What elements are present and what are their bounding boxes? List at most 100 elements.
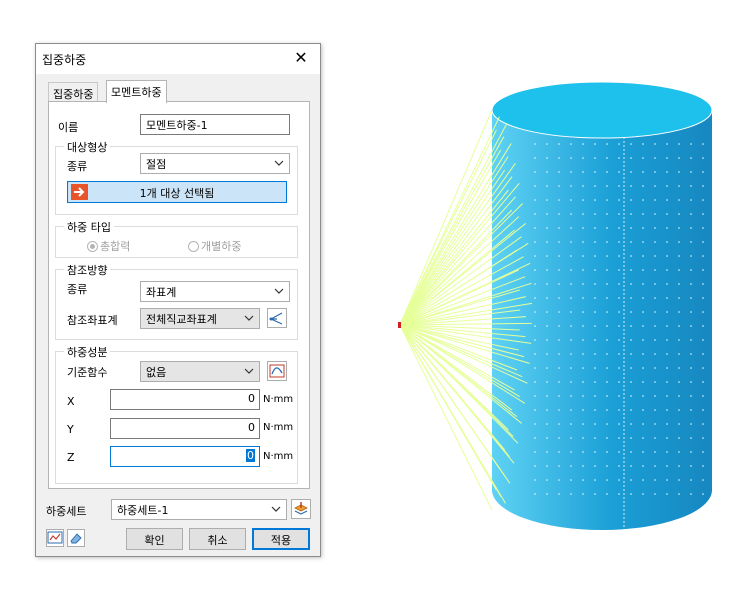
z-input[interactable]: 0: [110, 446, 260, 467]
mesh-node: [618, 339, 620, 341]
reference-type-select[interactable]: 좌표계: [140, 281, 290, 302]
tab-point-load[interactable]: 집중하중: [48, 82, 99, 102]
mesh-node: [678, 493, 680, 495]
basis-function-value: 없음: [146, 366, 167, 379]
mesh-node: [666, 255, 668, 257]
mesh-node: [642, 297, 644, 299]
mesh-node: [606, 311, 608, 313]
name-input[interactable]: 모멘트하중-1: [140, 114, 290, 135]
mesh-node: [642, 409, 644, 411]
mesh-node: [594, 325, 596, 327]
mesh-node: [702, 213, 704, 215]
mesh-node: [618, 353, 620, 355]
mesh-node: [702, 325, 704, 327]
preview-icon: [47, 531, 63, 544]
mesh-node: [570, 297, 572, 299]
mesh-node: [630, 451, 632, 453]
cancel-button[interactable]: 취소: [189, 528, 246, 550]
mesh-node: [582, 465, 584, 467]
mesh-node: [654, 493, 656, 495]
mesh-node: [534, 227, 536, 229]
coord-system-button[interactable]: [267, 308, 287, 328]
mesh-node: [618, 269, 620, 271]
mesh-node: [558, 311, 560, 313]
mesh-node: [618, 227, 620, 229]
apply-button[interactable]: 적용: [252, 528, 310, 550]
mesh-node: [606, 143, 608, 145]
mesh-node: [534, 199, 536, 201]
mesh-node: [666, 381, 668, 383]
mesh-node: [546, 367, 548, 369]
mesh-node: [570, 339, 572, 341]
mesh-node: [690, 185, 692, 187]
mesh-node: [666, 213, 668, 215]
load-dialog: 집중하중 ✕ 집중하중 모멘트하중 이름 모멘트하중-1 대상형상 종류 절점 …: [35, 43, 321, 557]
mesh-node: [546, 227, 548, 229]
basis-function-select[interactable]: 없음: [140, 361, 260, 382]
mesh-node: [618, 381, 620, 383]
x-unit: N·mm: [263, 394, 294, 405]
mesh-node: [618, 437, 620, 439]
coord-system-select[interactable]: 전체직교좌표계: [140, 308, 260, 329]
select-target-button[interactable]: 1개 대상 선택됨: [67, 181, 287, 203]
mesh-node: [702, 185, 704, 187]
mesh-node: [690, 423, 692, 425]
mesh-node: [606, 479, 608, 481]
mesh-node: [546, 297, 548, 299]
mesh-node: [594, 227, 596, 229]
mesh-node: [690, 465, 692, 467]
mesh-node: [642, 451, 644, 453]
mesh-node: [582, 227, 584, 229]
mesh-node: [642, 423, 644, 425]
function-editor-button[interactable]: [267, 361, 287, 381]
tab-moment-load[interactable]: 모멘트하중: [106, 80, 167, 103]
mesh-node: [558, 367, 560, 369]
mesh-node: [642, 143, 644, 145]
mesh-node: [642, 465, 644, 467]
mesh-node: [570, 171, 572, 173]
mesh-node: [702, 227, 704, 229]
preview-button[interactable]: [46, 529, 64, 547]
mesh-node: [642, 269, 644, 271]
mesh-node: [558, 395, 560, 397]
load-set-manage-button[interactable]: [291, 499, 311, 519]
mesh-node: [546, 199, 548, 201]
ok-button[interactable]: 확인: [126, 528, 183, 550]
mesh-node: [606, 199, 608, 201]
radio-dot-on: [87, 241, 98, 252]
mesh-node: [534, 143, 536, 145]
mesh-node: [534, 395, 536, 397]
mesh-node: [666, 143, 668, 145]
mesh-node: [558, 269, 560, 271]
mesh-node: [678, 241, 680, 243]
y-input[interactable]: 0: [110, 418, 260, 439]
mesh-node: [582, 479, 584, 481]
model-viewport[interactable]: [395, 80, 725, 540]
reference-direction-group: 참조방향: [55, 262, 298, 340]
mesh-node: [690, 353, 692, 355]
load-set-select[interactable]: 하중세트-1: [111, 499, 287, 520]
mesh-node: [582, 367, 584, 369]
close-icon[interactable]: ✕: [290, 47, 312, 69]
mesh-node: [678, 367, 680, 369]
mesh-node: [630, 409, 632, 411]
mesh-node: [534, 157, 536, 159]
mesh-node: [642, 241, 644, 243]
mesh-node: [558, 185, 560, 187]
mesh-node: [630, 325, 632, 327]
mesh-node: [630, 311, 632, 313]
x-input[interactable]: 0: [110, 389, 260, 410]
target-type-select[interactable]: 절점: [140, 153, 290, 174]
mesh-node: [702, 409, 704, 411]
mesh-node: [666, 171, 668, 173]
mesh-node: [630, 437, 632, 439]
radio-resultant[interactable]: 총합력: [87, 238, 130, 254]
z-value: 0: [246, 449, 255, 462]
mesh-node: [654, 367, 656, 369]
radio-individual[interactable]: 개별하중: [188, 238, 241, 254]
erase-button[interactable]: [67, 529, 85, 547]
mesh-node: [690, 339, 692, 341]
reference-type-value: 좌표계: [146, 286, 177, 299]
mesh-node: [642, 157, 644, 159]
mesh-node: [570, 423, 572, 425]
